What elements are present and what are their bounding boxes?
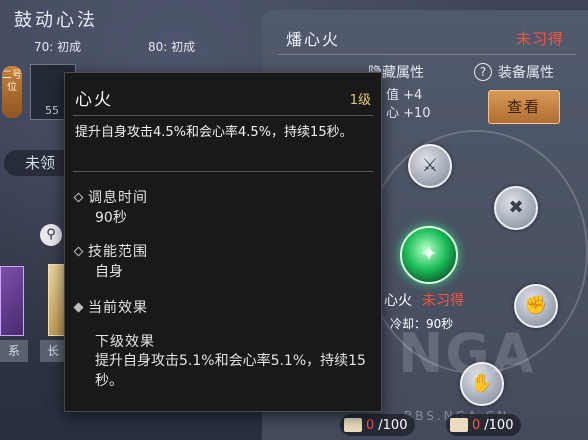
- diamond-icon: [73, 246, 84, 256]
- counter-2-max: /100: [484, 417, 514, 433]
- scroll-icon: [344, 418, 362, 432]
- equip-attribute-group[interactable]: ? 装备属性: [474, 62, 554, 82]
- watermark-logo: NGA: [398, 322, 536, 385]
- counter-1-max: /100: [378, 417, 408, 433]
- equip-attribute-label: 装备属性: [498, 65, 554, 81]
- diamond-icon: [73, 192, 84, 202]
- stat-line-1: 值 +4: [386, 88, 423, 103]
- realm-label-70: 70: 初成: [34, 40, 82, 54]
- tooltip-skill-name: 心火: [75, 90, 113, 110]
- tooltip-cooldown-key: 调息时间: [88, 190, 148, 206]
- bottom-tab-1[interactable]: 系: [0, 340, 28, 362]
- tooltip-current-effect-row: 当前效果: [73, 297, 148, 317]
- tooltip-current-effect-key: 当前效果: [88, 300, 148, 316]
- tooltip-skill-level: 1级: [349, 93, 371, 108]
- tooltip-next-effect-title: 下级效果: [95, 334, 155, 350]
- diamond-icon: [73, 302, 84, 312]
- center-skill-name: 心火: [384, 293, 412, 309]
- stat-line-2: 心 +10: [386, 106, 431, 121]
- tooltip-cooldown-row: 调息时间: [73, 187, 148, 207]
- skill-node-sword-icon[interactable]: ⚔: [408, 144, 452, 188]
- skill-tooltip: 心火 1级 提升自身攻击4.5%和会心率4.5%，持续15秒。 调息时间 90秒…: [64, 72, 382, 412]
- counter-1-current: 0: [366, 417, 375, 433]
- skill-tree-title: 燔心火: [286, 30, 341, 49]
- slot-position-tag: 二号位: [2, 66, 22, 118]
- tooltip-range-value: 自身: [95, 264, 123, 280]
- scroll-counter-2: 0/100: [446, 414, 522, 436]
- realm-label-80: 80: 初成: [148, 40, 196, 54]
- scroll-icon: [450, 418, 468, 432]
- search-icon[interactable]: ⚲: [40, 224, 62, 246]
- skill-node-heart-fire-icon[interactable]: ✦: [400, 226, 458, 284]
- counter-2-current: 0: [472, 417, 481, 433]
- view-button[interactable]: 查看: [488, 90, 560, 124]
- tooltip-range-key: 技能范围: [88, 244, 148, 260]
- help-icon[interactable]: ?: [474, 63, 492, 81]
- tooltip-next-effect-desc: 提升自身攻击5.1%和会心率5.1%，持续15秒。: [95, 353, 366, 389]
- left-panel-title: 鼓动心法: [14, 10, 98, 31]
- panel-divider: [278, 54, 576, 55]
- tooltip-description: 提升自身攻击4.5%和会心率4.5%，持续15秒。: [75, 125, 353, 140]
- tooltip-divider: [73, 115, 373, 116]
- skill-slot-value: 55: [45, 104, 59, 117]
- tooltip-range-row: 技能范围: [73, 241, 148, 261]
- scroll-counter-1: 0/100: [340, 414, 416, 436]
- tooltip-cooldown-value: 90秒: [95, 210, 127, 226]
- skill-card-purple[interactable]: [0, 266, 24, 336]
- center-skill-status: 未习得: [422, 293, 464, 309]
- skill-node-cross-icon[interactable]: ✖: [494, 186, 538, 230]
- bottom-tab-2[interactable]: 长: [40, 340, 66, 362]
- tooltip-divider: [73, 171, 373, 172]
- skill-tree-status: 未习得: [516, 30, 565, 48]
